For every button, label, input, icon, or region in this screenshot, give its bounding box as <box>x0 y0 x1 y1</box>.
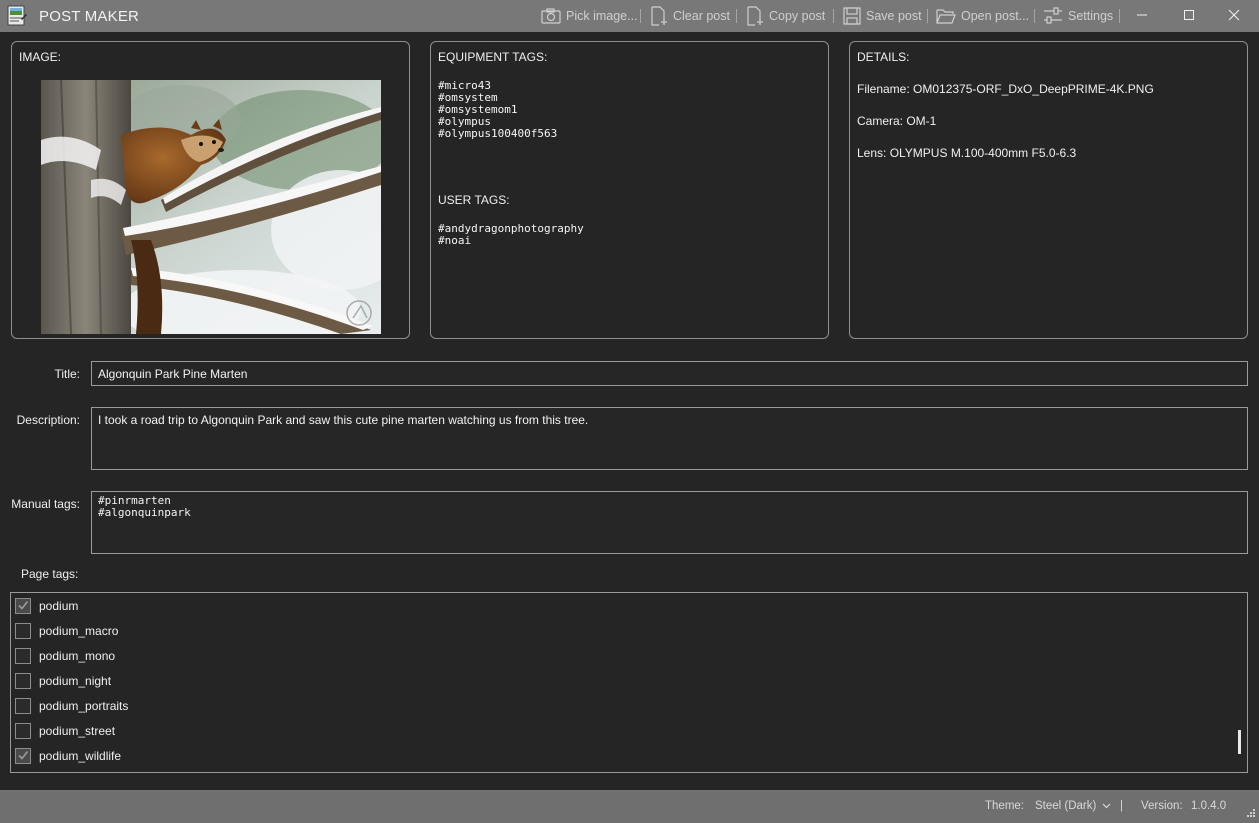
toolbar-separator <box>1034 9 1035 23</box>
theme-label: Theme: <box>985 800 1024 812</box>
page-tag-row[interactable]: podium_macro <box>15 621 118 641</box>
checkmark-icon <box>17 599 29 614</box>
filename-text: Filename: OM012375-ORF_DxO_DeepPRIME-4K.… <box>857 82 1154 96</box>
settings-sliders-icon <box>1043 7 1063 25</box>
minimize-button[interactable] <box>1127 6 1157 26</box>
page-tag-row[interactable]: podium_mono <box>15 646 115 666</box>
page-tag-label: podium <box>39 599 79 613</box>
details-panel: DETAILS: Filename: OM012375-ORF_DxO_Deep… <box>849 41 1248 339</box>
page-tag-label: podium_portraits <box>39 699 129 713</box>
status-bar: Theme: Steel (Dark) | Version: 1.0.4.0 <box>0 790 1259 822</box>
page-tag-row[interactable]: podium <box>15 596 78 616</box>
page-tag-checkbox[interactable] <box>15 673 31 689</box>
title-bar: POST MAKER Pick image... Clear post Copy… <box>0 0 1259 32</box>
description-input[interactable]: I took a road trip to Algonquin Park and… <box>91 407 1248 470</box>
pick-image-button[interactable]: Pick image... <box>541 6 638 26</box>
chevron-down-icon <box>1102 800 1111 812</box>
version-value: 1.0.4.0 <box>1191 800 1227 812</box>
image-panel-label: IMAGE: <box>19 50 62 64</box>
open-post-label: Open post... <box>961 9 1030 23</box>
camera-icon <box>541 8 561 24</box>
page-tag-label: podium_wildlife <box>39 749 122 763</box>
save-post-label: Save post <box>866 9 922 23</box>
theme-value: Steel (Dark) <box>1035 800 1097 812</box>
page-tag-checkbox[interactable] <box>15 623 31 639</box>
clear-post-label: Clear post <box>673 9 730 23</box>
copy-post-button[interactable]: Copy post <box>746 6 825 26</box>
toolbar-separator <box>927 9 928 23</box>
save-icon <box>843 7 861 25</box>
details-label: DETAILS: <box>857 50 910 64</box>
pick-image-label: Pick image... <box>566 9 638 23</box>
page-tag-label: podium_macro <box>39 624 119 638</box>
copy-post-icon <box>746 6 764 26</box>
user-tags-label: USER TAGS: <box>438 193 510 207</box>
version-label: Version: <box>1141 800 1183 812</box>
page-tag-checkbox[interactable] <box>15 723 31 739</box>
title-input[interactable]: Algonquin Park Pine Marten <box>91 361 1248 386</box>
status-separator: | <box>1120 800 1123 812</box>
page-tag-checkbox[interactable] <box>15 598 31 614</box>
app-title: POST MAKER <box>39 8 140 25</box>
toolbar-separator <box>736 9 737 23</box>
save-post-button[interactable]: Save post <box>843 6 922 26</box>
folder-open-icon <box>936 8 956 24</box>
settings-button[interactable]: Settings <box>1043 6 1113 26</box>
app-window: POST MAKER Pick image... Clear post Copy… <box>0 0 1259 822</box>
post-image[interactable] <box>41 80 381 334</box>
equipment-tags-label: EQUIPMENT TAGS: <box>438 50 548 64</box>
close-button[interactable] <box>1219 6 1249 26</box>
close-icon <box>1228 9 1240 24</box>
page-tag-label: podium_mono <box>39 649 116 663</box>
toolbar-separator <box>833 9 834 23</box>
maximize-icon <box>1183 9 1195 24</box>
page-tag-row[interactable]: podium_street <box>15 721 115 741</box>
user-tags-text: #andydragonphotography #noai <box>438 222 584 247</box>
copy-post-label: Copy post <box>769 9 826 23</box>
toolbar-separator <box>640 9 641 23</box>
title-label: Title: <box>54 367 80 381</box>
page-tag-checkbox[interactable] <box>15 748 31 764</box>
open-post-button[interactable]: Open post... <box>936 6 1029 26</box>
resize-grip-icon[interactable] <box>1244 808 1256 823</box>
app-icon <box>7 5 27 27</box>
camera-text: Camera: OM-1 <box>857 114 937 128</box>
page-tag-checkbox[interactable] <box>15 648 31 664</box>
description-label: Description: <box>16 413 80 427</box>
equipment-tags-text: #micro43 #omsystem #omsystemom1 #olympus… <box>438 79 558 140</box>
page-tag-row[interactable]: podium_portraits <box>15 696 128 716</box>
clear-post-icon <box>650 6 668 26</box>
lens-text: Lens: OLYMPUS M.100-400mm F5.0-6.3 <box>857 146 1077 160</box>
page-tags-list[interactable]: podium podium_macro podium_mono podium_nigh… <box>10 592 1248 773</box>
page-tag-row[interactable]: podium_night <box>15 671 111 691</box>
checkmark-icon <box>17 749 29 764</box>
theme-dropdown[interactable]: Steel (Dark) <box>1035 800 1111 812</box>
toolbar-separator <box>1119 9 1120 23</box>
manual-tags-input[interactable]: #pinrmarten #algonquinpark <box>91 491 1248 554</box>
page-tag-row[interactable]: podium_wildlife <box>15 746 121 766</box>
settings-label: Settings <box>1068 9 1114 23</box>
minimize-icon <box>1136 9 1148 24</box>
page-tag-label: podium_street <box>39 724 116 738</box>
image-panel: IMAGE: <box>11 41 410 339</box>
manual-tags-label: Manual tags: <box>11 497 80 511</box>
page-tag-checkbox[interactable] <box>15 698 31 714</box>
clear-post-button[interactable]: Clear post <box>650 6 730 26</box>
page-tag-label: podium_night <box>39 674 112 688</box>
page-tags-label: Page tags: <box>21 567 79 581</box>
equipment-tags-panel: EQUIPMENT TAGS: #micro43 #omsystem #omsy… <box>430 41 829 339</box>
maximize-button[interactable] <box>1174 6 1204 26</box>
scrollbar-thumb[interactable] <box>1238 730 1241 754</box>
